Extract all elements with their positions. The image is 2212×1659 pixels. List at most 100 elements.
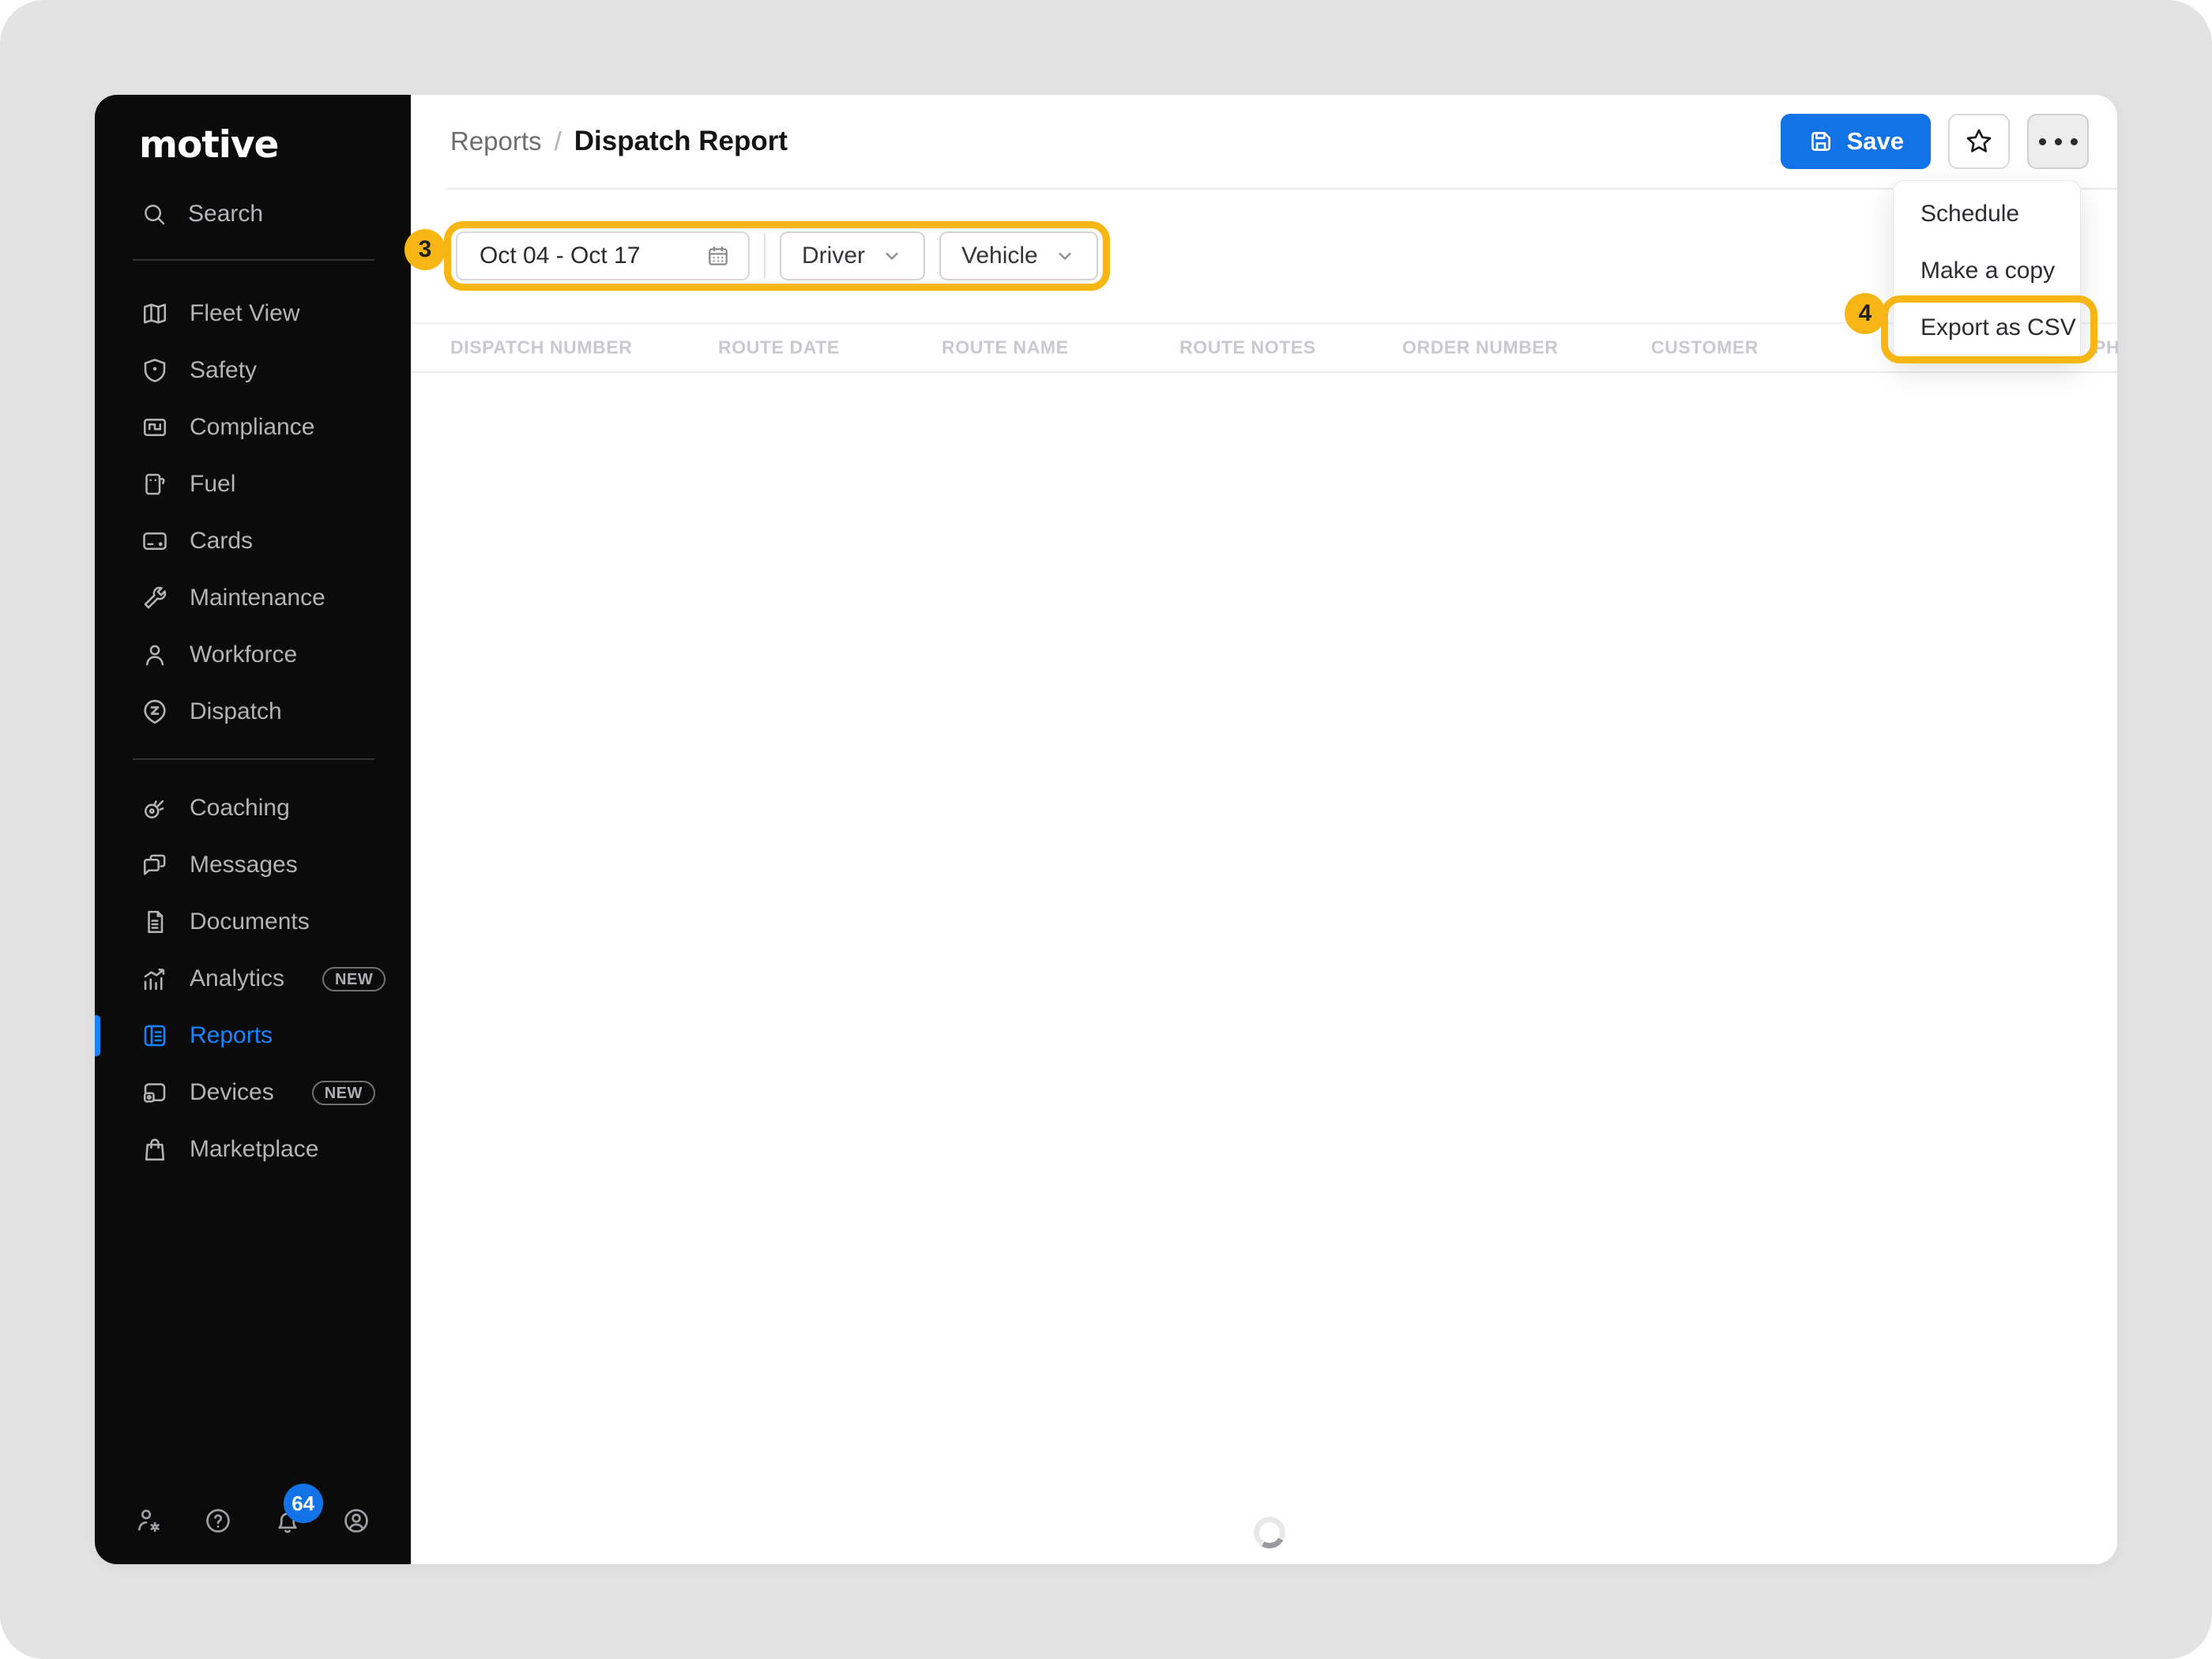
sidebar-item-label: Marketplace [190,1136,319,1162]
whistle-icon [145,799,164,818]
wrench-icon [144,586,167,609]
notifications-button[interactable]: 64 [273,1484,323,1536]
shopping-bag-icon [145,1138,165,1161]
filters-highlight-ring: 3 Oct 04 - Oct 17 Driver Vehicle [404,221,1110,291]
active-indicator [95,1015,100,1056]
sidebar-item-label: Fleet View [190,300,300,326]
profile-button[interactable] [341,1506,371,1536]
device-icon [143,1083,166,1103]
menu-item-make-a-copy[interactable]: Make a copy [1894,243,2080,299]
screenshot-background: motive Search Fleet View Safety Complian… [0,0,2212,1659]
sidebar-item-fuel[interactable]: Fuel [95,456,411,513]
column-header-dispatch-number[interactable]: DISPATCH NUMBER [450,337,632,359]
sidebar: motive Search Fleet View Safety Complian… [95,95,411,1564]
user-gear-icon [137,1509,160,1533]
vehicle-filter-dropdown[interactable]: Vehicle [939,231,1098,280]
column-header-order-number[interactable]: ORDER NUMBER [1402,337,1559,359]
sidebar-divider [133,259,374,261]
column-header-phone-truncated[interactable]: PH [2094,337,2120,359]
driver-filter-dropdown[interactable]: Driver [780,231,925,280]
sidebar-item-label: Dispatch [190,698,282,724]
sidebar-item-compliance[interactable]: Compliance [95,399,411,456]
sidebar-item-workforce[interactable]: Workforce [95,626,411,683]
breadcrumb-reports-link[interactable]: Reports [450,126,542,156]
document-icon [148,910,164,934]
map-icon [143,303,167,324]
sidebar-primary-nav: Fleet View Safety Compliance Fuel Cards [95,285,411,740]
ellipsis-icon [2038,137,2078,145]
sidebar-item-label: Cards [190,528,254,554]
admin-settings-button[interactable] [134,1506,164,1536]
sidebar-item-label: Compliance [190,414,315,440]
loading-spinner [1250,1513,1289,1552]
sidebar-item-analytics[interactable]: Analytics NEW [95,950,411,1007]
driver-filter-label: Driver [802,243,865,269]
header-actions: Save [1780,114,2089,169]
notification-count-badge: 64 [283,1484,323,1523]
sidebar-item-cards[interactable]: Cards [95,513,411,570]
save-floppy-icon [1811,132,1830,151]
sidebar-item-coaching[interactable]: Coaching [95,780,411,837]
question-circle-icon [206,1509,231,1533]
sidebar-item-documents[interactable]: Documents [95,893,411,950]
search-icon [145,205,165,225]
sidebar-item-label: Coaching [190,795,290,821]
sidebar-item-marketplace[interactable]: Marketplace [95,1121,411,1178]
app-window: motive Search Fleet View Safety Complian… [95,95,2120,1564]
chevron-down-icon [1059,252,1071,260]
sidebar-item-reports[interactable]: Reports [95,1007,411,1064]
sidebar-item-label: Documents [190,908,310,935]
sidebar-item-label: Fuel [190,471,236,497]
sidebar-item-label: Safety [190,357,258,383]
help-button[interactable] [203,1506,233,1536]
more-actions-button[interactable] [2027,114,2089,169]
date-range-value: Oct 04 - Oct 17 [480,243,641,269]
sidebar-item-label: Analytics [190,965,285,991]
breadcrumb: Reports / Dispatch Report [450,126,788,157]
sidebar-divider [133,758,374,760]
sidebar-item-label: Devices [190,1079,274,1105]
column-header-route-notes[interactable]: ROUTE NOTES [1179,337,1316,359]
sidebar-item-maintenance[interactable]: Maintenance [95,570,411,626]
sidebar-item-dispatch[interactable]: Dispatch [95,683,411,740]
page-title: Dispatch Report [574,126,788,156]
save-button[interactable]: Save [1780,114,1931,169]
favorite-button[interactable] [1948,114,2010,169]
menu-item-export-as-csv[interactable]: Export as CSV [1894,299,2080,356]
sidebar-item-messages[interactable]: Messages [95,837,411,893]
sidebar-search[interactable]: Search [141,201,263,228]
menu-item-schedule[interactable]: Schedule [1894,186,2080,243]
new-badge: NEW [322,966,386,991]
dispatch-pin-icon [144,699,166,724]
column-header-route-date[interactable]: ROUTE DATE [718,337,840,359]
user-circle-icon [344,1509,368,1533]
page-header: Reports / Dispatch Report Save [411,95,2117,188]
person-icon [145,645,164,666]
sidebar-item-devices[interactable]: Devices NEW [95,1064,411,1121]
star-icon [1966,129,1992,152]
column-header-route-name[interactable]: ROUTE NAME [942,337,1069,359]
sidebar-item-label: Maintenance [190,585,325,611]
date-range-input[interactable]: Oct 04 - Oct 17 [456,231,750,280]
main-content: Reports / Dispatch Report Save 3 Oct 04 … [404,95,2120,1564]
menu-item-label: Export as CSV [1920,314,2076,340]
filter-divider [764,232,766,280]
sidebar-item-fleet-view[interactable]: Fleet View [95,285,411,342]
breadcrumb-separator: / [554,126,562,156]
compliance-chart-icon [143,418,167,437]
sidebar-secondary-nav: Coaching Messages Documents Analytics NE… [95,780,411,1178]
chevron-down-icon [886,252,898,260]
report-icon [144,1025,166,1047]
fuel-pump-icon [145,473,165,495]
sidebar-item-label: Reports [190,1022,273,1048]
motive-logo: motive [139,123,279,167]
sidebar-item-safety[interactable]: Safety [95,342,411,399]
more-actions-menu: Schedule Make a copy Export as CSV 4 [1845,180,2097,363]
annotation-step-3-badge: 3 [404,229,446,270]
search-label: Search [188,201,264,227]
new-badge: NEW [311,1080,375,1105]
column-header-customer[interactable]: CUSTOMER [1651,337,1759,359]
credit-card-icon [143,532,167,551]
annotation-step-4-badge: 4 [1845,293,1886,334]
menu-item-label: Make a copy [1920,258,2056,284]
